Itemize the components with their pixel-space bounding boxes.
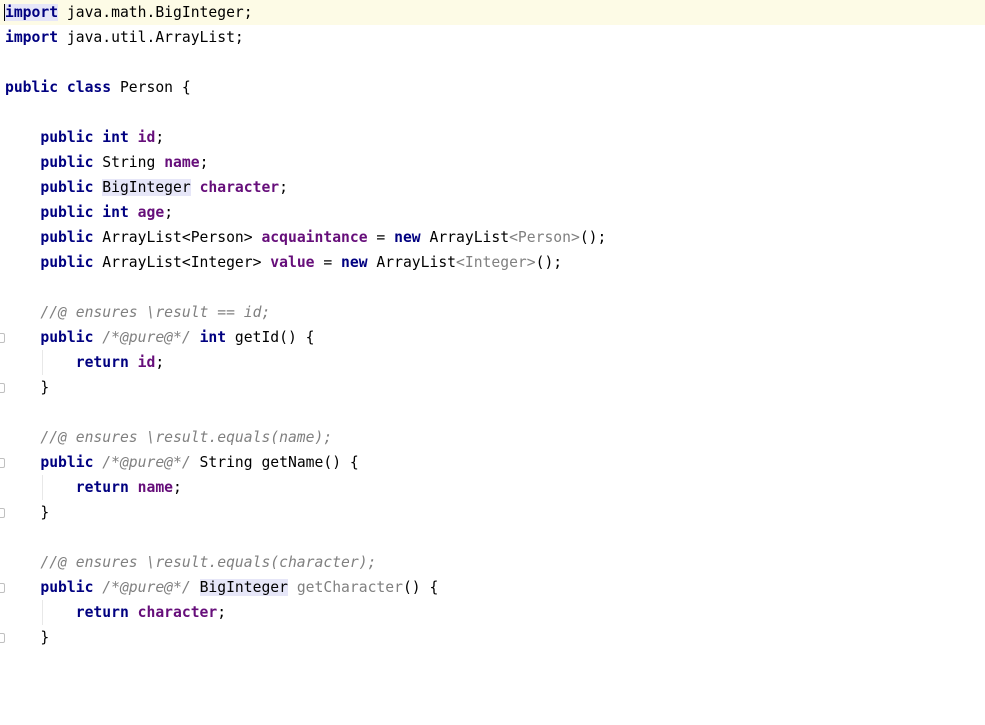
constructor-arraylist: ArrayList	[420, 229, 510, 246]
keyword-return: return	[75, 604, 129, 621]
keyword-import: import	[5, 29, 59, 46]
field-acquaintance: acquaintance	[261, 229, 368, 246]
field-id: id	[137, 129, 156, 146]
code-line[interactable]: }	[0, 500, 985, 525]
closing-brace: }	[40, 379, 50, 396]
keyword-public: public	[40, 329, 94, 346]
keyword-public: public	[40, 579, 94, 596]
keyword-int: int	[102, 129, 129, 146]
keyword-int: int	[102, 204, 129, 221]
keyword-public: public	[5, 79, 59, 96]
code-line[interactable]: return character;	[0, 600, 985, 625]
code-line[interactable]: return id;	[0, 350, 985, 375]
keyword-public: public	[40, 154, 94, 171]
code-line[interactable]: public /*@pure@*/ String getName() {	[0, 450, 985, 475]
method-params: () {	[402, 579, 439, 596]
keyword-public: public	[40, 179, 94, 196]
constructor-arraylist: ArrayList	[367, 254, 457, 271]
keyword-public: public	[40, 204, 94, 221]
method-getid: getId() {	[226, 329, 315, 346]
code-line[interactable]: //@ ensures \result.equals(name);	[0, 425, 985, 450]
code-line[interactable]: public /*@pure@*/ int getId() {	[0, 325, 985, 350]
code-line[interactable]: //@ ensures \result == id;	[0, 300, 985, 325]
type-string: String	[93, 154, 165, 171]
code-line[interactable]: public ArrayList<Integer> value = new Ar…	[0, 250, 985, 275]
keyword-public: public	[40, 229, 94, 246]
code-line[interactable]: import java.math.BigInteger;	[0, 0, 985, 25]
type-biginteger: BigInteger	[102, 179, 191, 196]
code-line[interactable]: public int age;	[0, 200, 985, 225]
field-value: value	[270, 254, 315, 271]
generic-integer: <Integer>	[456, 254, 536, 271]
code-line[interactable]: public String name;	[0, 150, 985, 175]
keyword-public: public	[40, 454, 94, 471]
code-line[interactable]: import java.util.ArrayList;	[0, 25, 985, 50]
code-editor[interactable]: import java.math.BigInteger; import java…	[0, 0, 985, 666]
type-biginteger: BigInteger	[199, 579, 288, 596]
field-name: name	[137, 479, 174, 496]
keyword-public: public	[40, 254, 94, 271]
call-parens: ();	[579, 229, 607, 246]
keyword-int: int	[199, 329, 227, 346]
keyword-return: return	[75, 354, 129, 371]
code-line[interactable]: public BigInteger character;	[0, 175, 985, 200]
generic-person: <Person>	[509, 229, 580, 246]
keyword-class: class	[66, 79, 112, 96]
type-arraylist-person: ArrayList<Person>	[93, 229, 262, 246]
code-line[interactable]: }	[0, 375, 985, 400]
keyword-new: new	[394, 229, 421, 246]
code-line[interactable]: return name;	[0, 475, 985, 500]
closing-brace: }	[40, 504, 50, 521]
class-name: Person {	[111, 79, 191, 96]
closing-brace: }	[40, 629, 50, 646]
field-name: name	[164, 154, 200, 171]
code-line[interactable]: //@ ensures \result.equals(character);	[0, 550, 985, 575]
pure-annotation: /*@pure@*/	[102, 454, 191, 471]
jml-comment: //@ ensures \result == id;	[40, 304, 271, 321]
field-age: age	[137, 204, 165, 221]
code-line[interactable]: public /*@pure@*/ BigInteger getCharacte…	[0, 575, 985, 600]
code-line[interactable]: public int id;	[0, 125, 985, 150]
method-getname: String getName() {	[190, 454, 359, 471]
import-path: java.util.ArrayList;	[58, 29, 244, 46]
call-parens: ();	[535, 254, 563, 271]
jml-comment: //@ ensures \result.equals(character);	[40, 554, 377, 571]
keyword-return: return	[75, 479, 129, 496]
code-line[interactable]: public ArrayList<Person> acquaintance = …	[0, 225, 985, 250]
keyword-new: new	[341, 254, 368, 271]
method-getcharacter: getCharacter	[296, 579, 403, 596]
code-line[interactable]: }	[0, 625, 985, 650]
pure-annotation: /*@pure@*/	[102, 329, 191, 346]
code-line[interactable]: public class Person {	[0, 75, 985, 100]
field-character: character	[199, 179, 280, 196]
field-character: character	[137, 604, 218, 621]
keyword-import: import	[5, 4, 59, 21]
keyword-public: public	[40, 129, 94, 146]
jml-comment: //@ ensures \result.equals(name);	[40, 429, 333, 446]
import-path: java.math.BigInteger;	[58, 4, 253, 21]
field-id: id	[137, 354, 156, 371]
pure-annotation: /*@pure@*/	[102, 579, 191, 596]
type-arraylist-integer: ArrayList<Integer>	[93, 254, 271, 271]
